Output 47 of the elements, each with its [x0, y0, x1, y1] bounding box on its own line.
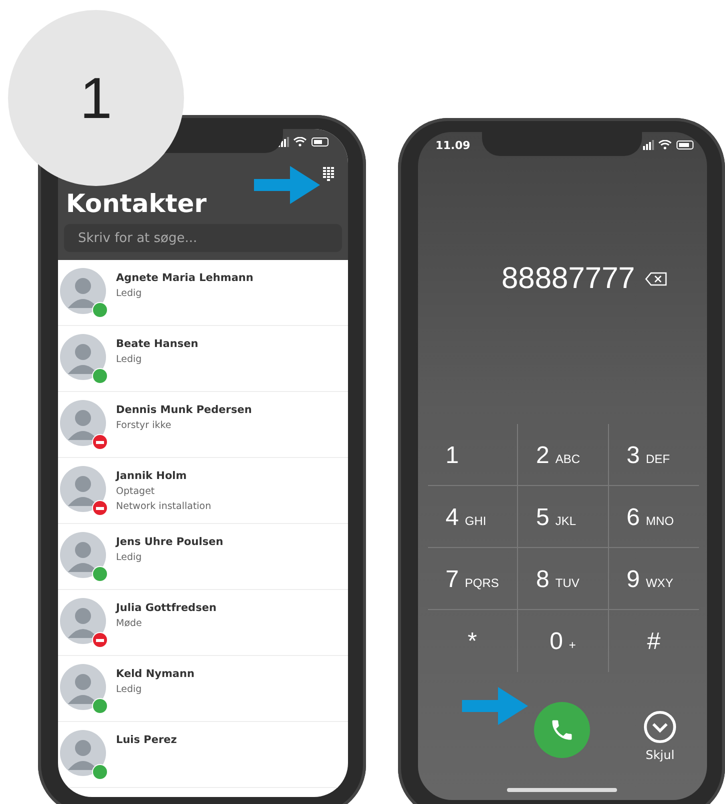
avatar — [60, 598, 106, 644]
keypad-key[interactable]: 1 — [428, 424, 518, 486]
avatar — [60, 466, 106, 512]
keypad-key[interactable]: 6 MNO — [608, 486, 699, 548]
contact-name[interactable]: Jens Uhre Poulsen — [116, 536, 224, 548]
contact-status: Ledig — [116, 288, 143, 299]
keypad-key[interactable]: 0 + — [518, 610, 608, 672]
arrow-icon — [254, 166, 320, 204]
arrow-icon — [462, 687, 528, 725]
keypad-key[interactable]: # — [608, 610, 699, 672]
contact-status: Ledig — [116, 354, 143, 365]
contact-name[interactable]: Luis Perez — [116, 734, 177, 746]
keypad-key[interactable]: 8 TUV — [518, 548, 608, 610]
contact-name[interactable]: Julia Gottfredsen — [116, 602, 216, 614]
keypad-key[interactable]: 5 JKL — [518, 486, 608, 548]
avatar — [60, 400, 106, 446]
avatar — [60, 334, 106, 380]
keypad-icon[interactable] — [322, 167, 334, 181]
contact-status: Forstyr ikke — [116, 420, 172, 431]
status-icons — [278, 137, 330, 147]
keypad-key[interactable]: 3 DEF — [608, 424, 699, 486]
contact-status: Ledig — [116, 684, 143, 695]
step-badge: 1 — [8, 10, 184, 186]
backspace-icon[interactable] — [644, 272, 667, 286]
contact-name[interactable]: Jannik Holm — [116, 470, 212, 482]
contact-name[interactable]: Agnete Maria Lehmann — [116, 272, 254, 284]
contact-name[interactable]: Beate Hansen — [116, 338, 198, 350]
contact-name[interactable]: Keld Nymann — [116, 668, 194, 680]
keypad-key[interactable]: 4 GHI — [428, 486, 518, 548]
avatar — [60, 664, 106, 710]
avatar — [60, 532, 106, 578]
dialed-number: 88887777 — [502, 262, 635, 296]
contact-status: Ledig — [116, 552, 143, 563]
avatar — [60, 730, 106, 776]
contact-status: Optaget — [116, 486, 156, 497]
status-time: 11.09 — [436, 138, 470, 152]
screen-title: Kontakter — [65, 188, 208, 220]
keypad-key[interactable]: 9 WXY — [608, 548, 699, 610]
avatar — [60, 268, 106, 314]
keypad-key[interactable]: 7 PQRS — [428, 548, 518, 610]
contact-note: Network installation — [116, 501, 212, 512]
keypad-key[interactable]: 2 ABC — [518, 424, 608, 486]
status-icons — [643, 140, 695, 150]
contact-name[interactable]: Dennis Munk Pedersen — [116, 404, 252, 416]
contact-status: Møde — [116, 618, 143, 629]
search-field[interactable]: Skriv for at søge... — [64, 224, 342, 252]
keypad-key[interactable]: * — [428, 610, 518, 672]
